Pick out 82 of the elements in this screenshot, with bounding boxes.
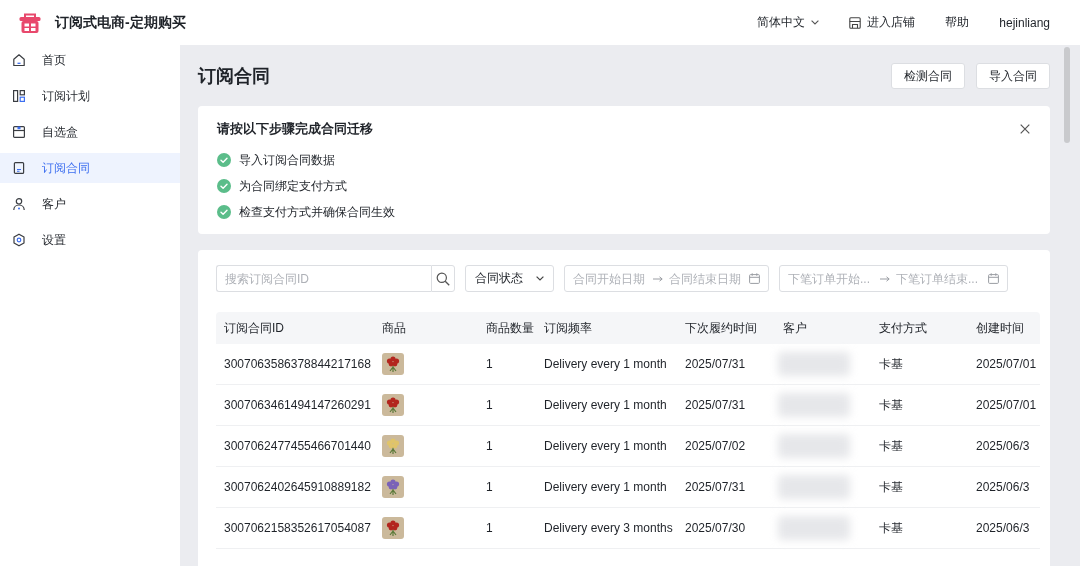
payment-method: 卡基: [878, 396, 903, 414]
document-icon: [12, 161, 26, 175]
help-link[interactable]: 帮助: [945, 14, 970, 31]
store-link[interactable]: 进入店铺: [849, 14, 916, 31]
column-header: 客户: [782, 319, 807, 337]
next-fulfillment-date: 2025/07/31: [684, 398, 746, 412]
column-header: 创建时间: [975, 319, 1024, 337]
next-fulfillment-date: 2025/07/02: [684, 439, 746, 453]
chevron-down-icon: [811, 20, 820, 25]
language-dropdown[interactable]: 简体中文: [757, 14, 820, 31]
start-date-input[interactable]: 下笔订单开始...: [788, 269, 874, 288]
search-icon: [436, 271, 450, 286]
status-dropdown[interactable]: 合同状态: [465, 265, 554, 292]
next-fulfillment-date: 2025/07/30: [684, 521, 746, 535]
arrow-right-icon: [653, 275, 663, 282]
created-date: 2025/07/01: [975, 398, 1037, 412]
end-date-input[interactable]: 合同结束日期: [669, 269, 743, 288]
contract-id: 3007063586378844217168: [223, 357, 371, 371]
close-icon: [1020, 124, 1030, 134]
sidebar-item[interactable]: 订阅合同: [0, 153, 180, 183]
created-date: 2025/07/01: [975, 357, 1037, 371]
date-range-field[interactable]: 下笔订单开始... 下笔订单结束...: [779, 265, 1008, 292]
payment-method: 卡基: [878, 437, 903, 455]
step-label: 检查支付方式并确保合同生效: [239, 203, 395, 221]
start-date-input[interactable]: 合同开始日期: [573, 269, 647, 288]
sidebar-item[interactable]: 客户: [0, 189, 180, 219]
calendar-icon: [749, 273, 760, 284]
scrollbar-thumb[interactable]: [1064, 47, 1070, 143]
sidebar-item[interactable]: 设置: [0, 225, 180, 255]
sidebar-item[interactable]: 自选盒: [0, 117, 180, 147]
payment-method: 卡基: [878, 355, 903, 373]
delivery-frequency: Delivery every 3 months: [543, 521, 673, 535]
contract-id: 3007063461494147260291: [223, 398, 371, 412]
column-header: 商品数量: [485, 319, 534, 337]
page-title: 订阅合同: [198, 65, 270, 88]
end-date-input[interactable]: 下笔订单结束...: [896, 269, 982, 288]
delivery-frequency: Delivery every 1 month: [543, 357, 667, 371]
created-date: 2025/06/3: [975, 439, 1030, 453]
close-button[interactable]: [1020, 124, 1030, 134]
created-date: 2025/06/3: [975, 480, 1030, 494]
action-button[interactable]: 检测合同: [891, 63, 965, 89]
next-fulfillment-date: 2025/07/31: [684, 357, 746, 371]
payment-method: 卡基: [878, 519, 903, 537]
quantity: 1: [485, 521, 493, 535]
quantity: 1: [485, 480, 493, 494]
app-title: 订阅式电商-定期购买: [55, 13, 186, 32]
search-button[interactable]: [431, 265, 455, 292]
delivery-frequency: Delivery every 1 month: [543, 439, 667, 453]
calendar-icon: [988, 273, 999, 284]
arrow-right-icon: [880, 275, 890, 282]
payment-method: 卡基: [878, 478, 903, 496]
contract-id: 3007062402645910889182: [223, 480, 371, 494]
user-menu[interactable]: hejinliang: [999, 15, 1050, 30]
store-icon: [849, 16, 862, 29]
column-header: 下次履约时间: [684, 319, 757, 337]
next-fulfillment-date: 2025/07/31: [684, 480, 746, 494]
steps-title: 请按以下步骤完成合同迁移: [217, 120, 373, 138]
quantity: 1: [485, 357, 493, 371]
quantity: 1: [485, 398, 493, 412]
delivery-frequency: Delivery every 1 month: [543, 398, 667, 412]
date-range-field[interactable]: 合同开始日期 合同结束日期: [564, 265, 769, 292]
box-icon: [12, 125, 26, 139]
column-header: 订阅频率: [543, 319, 592, 337]
column-header: 订阅合同ID: [223, 319, 284, 337]
home-icon: [12, 53, 26, 67]
step-label: 导入订阅合同数据: [239, 151, 335, 169]
chevron-down-icon: [536, 276, 544, 281]
layout-icon: [12, 89, 26, 103]
sidebar-item[interactable]: 订阅计划: [0, 81, 180, 111]
column-header: 商品: [381, 319, 406, 337]
delivery-frequency: Delivery every 1 month: [543, 480, 667, 494]
quantity: 1: [485, 439, 493, 453]
action-button[interactable]: 导入合同: [976, 63, 1050, 89]
step-label: 为合同绑定支付方式: [239, 177, 347, 195]
contract-id: 3007062158352617054087: [223, 521, 371, 535]
created-date: 2025/06/3: [975, 521, 1030, 535]
person-icon: [12, 197, 26, 211]
search-field[interactable]: 搜索订阅合同ID: [216, 265, 431, 292]
sidebar-item[interactable]: 首页: [0, 45, 180, 75]
column-header: 支付方式: [878, 319, 927, 337]
settings-icon: [12, 233, 26, 247]
contract-id: 3007062477455466701440: [223, 439, 371, 453]
